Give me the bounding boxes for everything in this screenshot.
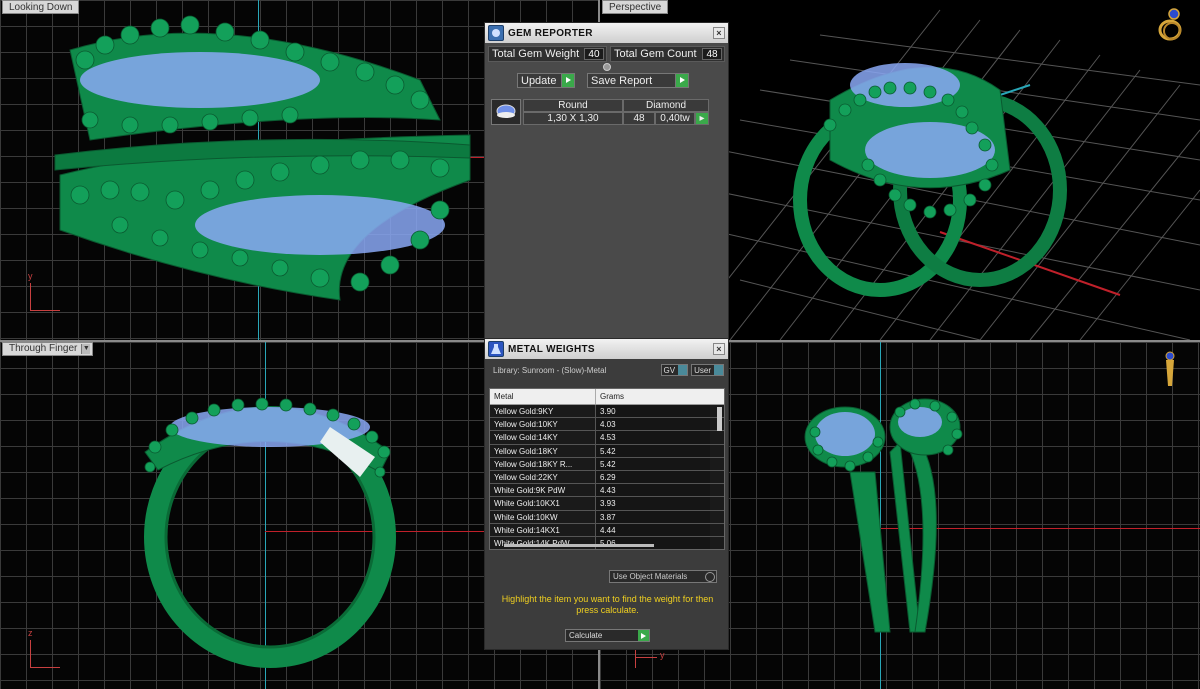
play-icon[interactable] [675, 74, 688, 87]
calculate-hint: Highlight the item you want to find the … [501, 594, 714, 615]
total-gem-weight-value: 40 [583, 48, 604, 60]
ring-preview-icon[interactable] [1156, 6, 1188, 42]
table-row[interactable]: Yellow Gold:22KY 6.29 [490, 470, 724, 485]
update-button[interactable]: Update [517, 73, 575, 88]
table-row[interactable]: Yellow Gold:14KY 4.53 [490, 431, 724, 445]
gem-weight: 0,40tw [655, 112, 695, 125]
metal-grams: 4.44 [596, 523, 710, 536]
save-report-button[interactable]: Save Report [587, 73, 689, 88]
table-row[interactable]: White Gold:10KW 3.87 [490, 510, 724, 524]
metal-name: Yellow Gold:9KY [490, 405, 596, 418]
gem-material: Diamond [623, 99, 709, 112]
metal-grams: 3.90 [596, 405, 710, 418]
viewport-label-perspective[interactable]: Perspective [602, 0, 669, 14]
chevron-down-icon[interactable]: ▼ [81, 344, 91, 354]
viewport-label-looking-down[interactable]: Looking Down [2, 0, 80, 14]
total-gem-count-label: Total Gem Count [613, 48, 697, 60]
axis-z-label: z [28, 628, 33, 638]
total-gem-weight-label: Total Gem Weight [492, 48, 580, 60]
table-row[interactable]: White Gold:10KX1 3.93 [490, 497, 724, 511]
metal-weights-title: METAL WEIGHTS [508, 343, 595, 355]
splitter-handle-icon[interactable] [602, 62, 611, 71]
total-gem-count-value: 48 [702, 48, 722, 60]
metal-grams: 5.42 [596, 457, 710, 470]
save-report-label: Save Report [591, 74, 653, 87]
metal-name: White Gold:10KW [490, 510, 596, 523]
table-row[interactable]: Yellow Gold:18KY 5.42 [490, 444, 724, 458]
gem-totals: Total Gem Weight 40 Total Gem Count 48 [485, 43, 728, 62]
metal-name: Yellow Gold:22KY [490, 470, 596, 484]
metal-library-bar: Library: Sunroom - (Slow)-Metal GV User [485, 359, 728, 377]
gem-reporter-title: GEM REPORTER [508, 27, 593, 39]
table-row[interactable]: Yellow Gold:18KY R... 5.42 [490, 457, 724, 471]
chevron-down-icon[interactable] [714, 365, 723, 375]
metal-name: White Gold:14KX1 [490, 523, 596, 536]
metal-weights-panel: METAL WEIGHTS × Library: Sunroom - (Slow… [484, 338, 729, 650]
metal-name: White Gold:10KX1 [490, 497, 596, 510]
calculate-label: Calculate [569, 631, 603, 640]
close-icon[interactable]: × [713, 27, 725, 39]
gem-reporter-panel: GEM REPORTER × Total Gem Weight 40 Total… [484, 22, 729, 340]
update-button-label: Update [521, 74, 557, 87]
metal-grams: 6.29 [596, 470, 710, 484]
gem-size: 1,30 X 1,30 [523, 112, 623, 125]
metal-grams: 4.53 [596, 431, 710, 444]
play-icon[interactable] [638, 630, 649, 641]
table-row[interactable]: Yellow Gold:9KY 3.90 [490, 405, 724, 419]
panel-splitter[interactable] [485, 62, 728, 71]
column-metal[interactable]: Metal [490, 389, 596, 404]
metal-name: Yellow Gold:14KY [490, 431, 596, 444]
axis-gizmo: z [25, 628, 65, 672]
gem-shape: Round [523, 99, 623, 112]
total-gem-count: Total Gem Count 48 [609, 46, 725, 62]
axis-y-label: y [28, 271, 33, 281]
user-select[interactable]: User [691, 364, 724, 376]
radio-icon[interactable] [705, 571, 715, 582]
metal-weights-titlebar[interactable]: METAL WEIGHTS × [485, 339, 728, 359]
gv-label: GV [663, 365, 676, 375]
metal-grams: 4.43 [596, 484, 710, 497]
table-row[interactable]: Yellow Gold:10KY 4.03 [490, 418, 724, 432]
flask-icon [488, 341, 504, 357]
metal-grams: 4.03 [596, 418, 710, 431]
column-grams[interactable]: Grams [596, 389, 624, 404]
metal-name: White Gold:14K PdW [490, 536, 596, 549]
table-row[interactable]: White Gold:9K PdW 4.43 [490, 484, 724, 498]
viewport-label-through-finger: Through Finger [9, 343, 78, 354]
user-label: User [694, 365, 711, 375]
gem-thumbnail[interactable] [491, 99, 521, 125]
gem-count: 48 [623, 112, 655, 125]
play-icon[interactable]: ▸ [695, 112, 709, 125]
gem-reporter-icon [488, 25, 504, 41]
metal-grams: 5.06 [596, 536, 710, 549]
metal-name: Yellow Gold:18KY R... [490, 457, 596, 470]
metal-grams: 3.87 [596, 510, 710, 523]
library-label: Library: Sunroom - (Slow)-Metal [493, 365, 607, 375]
metal-name: White Gold:9K PdW [490, 484, 596, 497]
table-row[interactable]: White Gold:14KX1 4.44 [490, 523, 724, 537]
gem-reporter-titlebar[interactable]: GEM REPORTER × [485, 23, 728, 43]
metal-grams: 3.93 [596, 497, 710, 510]
close-icon[interactable]: × [713, 343, 725, 355]
metal-name: Yellow Gold:10KY [490, 418, 596, 431]
use-object-materials-toggle[interactable]: Use Object Materials [609, 570, 717, 583]
chevron-down-icon[interactable] [678, 365, 688, 375]
table-header: Metal Grams [490, 389, 724, 405]
metal-weights-table[interactable]: Metal Grams Yellow Gold:9KY 3.90 Yellow G… [489, 388, 725, 550]
metal-name: Yellow Gold:18KY [490, 444, 596, 457]
play-icon[interactable] [561, 74, 574, 87]
viewport-view-select[interactable]: Through Finger ▼ [2, 342, 94, 356]
total-gem-weight: Total Gem Weight 40 [488, 46, 607, 62]
calculate-button[interactable]: Calculate [565, 629, 650, 642]
horizontal-scrollbar[interactable] [504, 544, 654, 547]
metal-grams: 5.42 [596, 444, 710, 457]
use-object-materials-label: Use Object Materials [613, 572, 688, 581]
axis-y-label: y [660, 650, 665, 660]
axis-gizmo: y [25, 271, 65, 315]
gem-actions: Update Save Report [485, 71, 728, 88]
vertical-scrollbar[interactable] [717, 407, 722, 431]
ring-side-icon[interactable] [1160, 350, 1180, 390]
gv-select[interactable]: GV [660, 364, 689, 376]
